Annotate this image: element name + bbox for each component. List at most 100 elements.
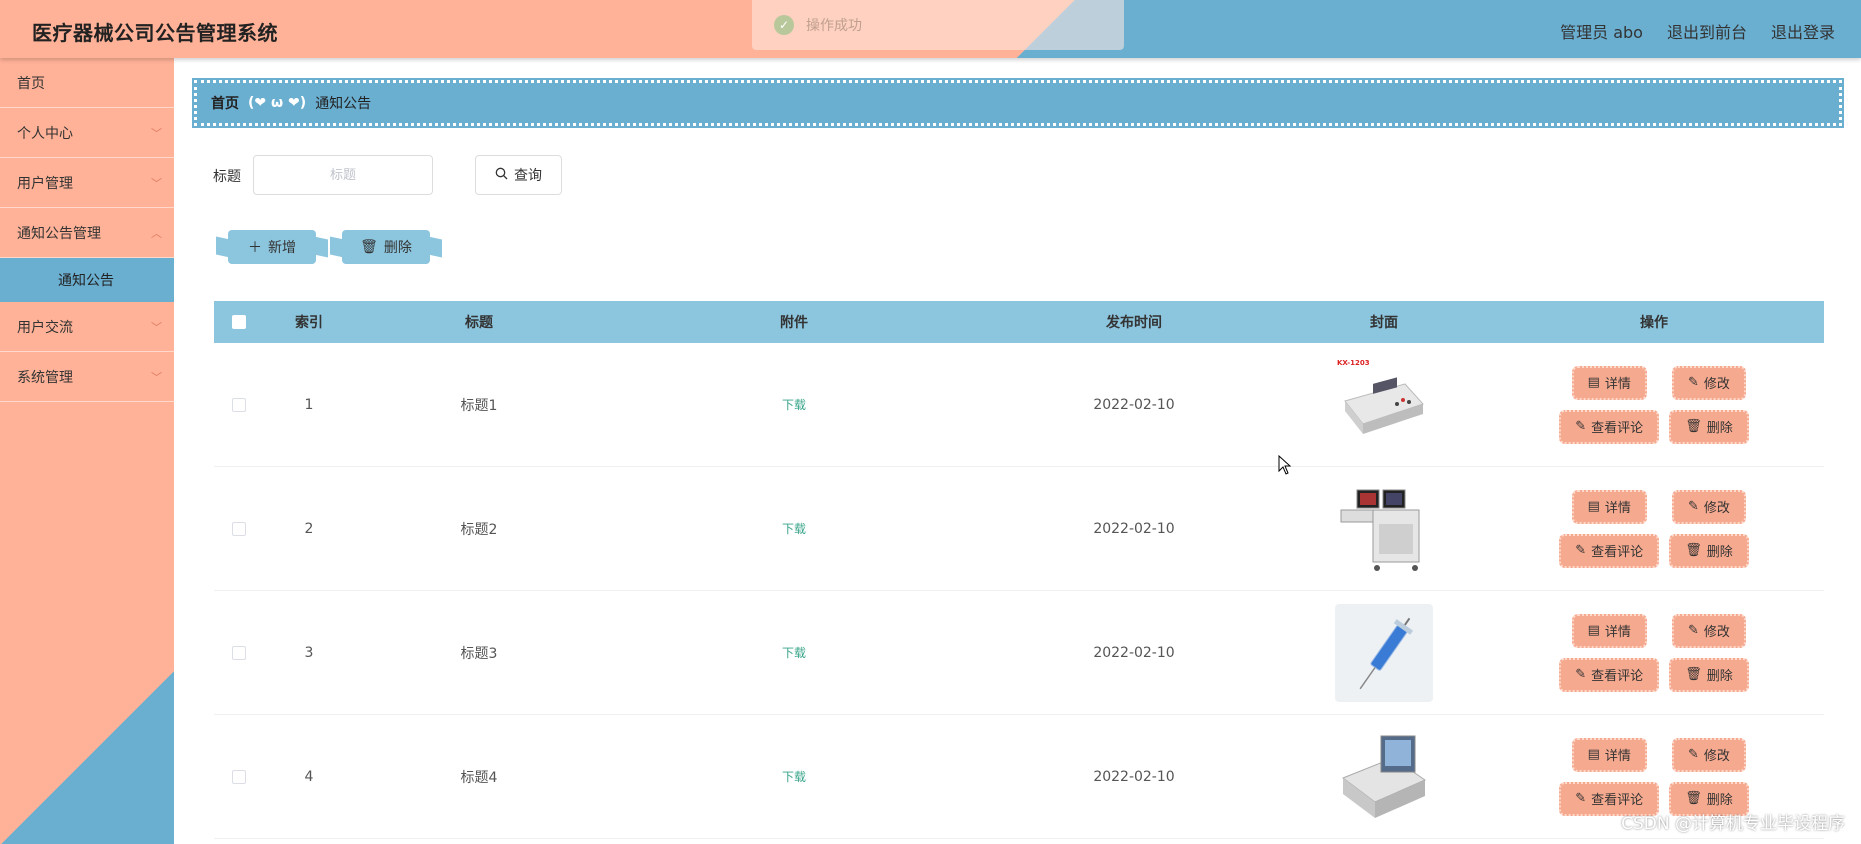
edit-label: 修改 bbox=[1703, 377, 1730, 392]
download-link[interactable]: 下载 bbox=[782, 770, 806, 784]
sidebar-item-label: 首页 bbox=[17, 75, 45, 92]
document-icon: ▤ bbox=[1587, 375, 1600, 390]
table-row: 2 标题2 下载 2022-02-10 ▤ 详情 ✎ 修改 ✎ 查看评论 🗑 删… bbox=[214, 467, 1824, 591]
toast-message: 操作成功 bbox=[806, 18, 862, 34]
search-button[interactable]: 查询 bbox=[475, 155, 562, 195]
detail-label: 详情 bbox=[1604, 749, 1631, 764]
sidebar-item-user-management[interactable]: 用户管理 ﹀ bbox=[0, 158, 174, 208]
success-toast: ✓ 操作成功 bbox=[752, 0, 1124, 50]
table-row: 3 标题3 下载 2022-02-10 ▤ 详情 ✎ 修改 ✎ 查看评论 🗑 删… bbox=[214, 591, 1824, 715]
detail-button[interactable]: ▤ 详情 bbox=[1571, 489, 1647, 524]
pencil-icon: ✎ bbox=[1575, 667, 1587, 682]
sidebar-item-home[interactable]: 首页 bbox=[0, 58, 174, 108]
edit-label: 修改 bbox=[1703, 501, 1730, 516]
cell-index: 4 bbox=[304, 768, 314, 785]
view-comments-button[interactable]: ✎ 查看评论 bbox=[1559, 657, 1660, 692]
cover-image bbox=[1335, 603, 1433, 702]
document-icon: ▤ bbox=[1587, 499, 1600, 514]
chevron-down-icon: ﹀ bbox=[151, 320, 162, 334]
header-user-menu: 管理员 abo 退出到前台 退出登录 bbox=[1560, 19, 1835, 43]
add-button[interactable]: ＋ 新增 bbox=[228, 230, 316, 264]
trash-icon: 🗑 bbox=[1685, 667, 1702, 682]
sidebar-item-user-exchange[interactable]: 用户交流 ﹀ bbox=[0, 302, 174, 352]
sidebar-item-notice-management[interactable]: 通知公告管理 ︿ bbox=[0, 208, 174, 258]
table-header: 索引 标题 附件 发布时间 封面 操作 bbox=[214, 301, 1824, 343]
breadcrumb-home[interactable]: 首页 bbox=[211, 93, 239, 113]
cell-title: 标题2 bbox=[460, 521, 498, 538]
trash-icon: 🗑 bbox=[1685, 543, 1702, 558]
batch-delete-button[interactable]: 🗑 删除 bbox=[342, 230, 430, 264]
detail-button[interactable]: ▤ 详情 bbox=[1571, 737, 1647, 772]
pencil-icon: ✎ bbox=[1687, 747, 1699, 762]
main-content: 首页 (❤ ω ❤) 通知公告 标题 查询 ＋ 新增 🗑 删除 索引 标题 附件… bbox=[174, 58, 1861, 844]
delete-row-button[interactable]: 🗑 删除 bbox=[1669, 657, 1749, 692]
chevron-up-icon: ︿ bbox=[151, 226, 162, 240]
col-header-attachment: 附件 bbox=[780, 315, 808, 331]
comments-label: 查看评论 bbox=[1591, 793, 1644, 808]
delete-row-button[interactable]: 🗑 删除 bbox=[1669, 409, 1749, 444]
download-link[interactable]: 下载 bbox=[782, 646, 806, 660]
sidebar-item-label: 用户管理 bbox=[17, 175, 73, 192]
title-search-input[interactable] bbox=[253, 155, 433, 195]
cell-index: 2 bbox=[304, 520, 314, 537]
pencil-icon: ✎ bbox=[1687, 375, 1699, 390]
cell-title: 标题1 bbox=[460, 397, 498, 414]
mouse-cursor-icon bbox=[1278, 454, 1292, 479]
col-header-index: 索引 bbox=[295, 315, 323, 331]
cover-image: KX-1203 bbox=[1335, 356, 1433, 454]
cell-index: 3 bbox=[304, 644, 314, 661]
comments-label: 查看评论 bbox=[1591, 669, 1644, 684]
trash-icon: 🗑 bbox=[1685, 419, 1702, 434]
download-link[interactable]: 下载 bbox=[782, 398, 806, 412]
edit-button[interactable]: ✎ 修改 bbox=[1671, 613, 1746, 648]
delete-label: 删除 bbox=[1706, 421, 1733, 436]
breadcrumb-separator: (❤ ω ❤) bbox=[248, 95, 307, 111]
view-comments-button[interactable]: ✎ 查看评论 bbox=[1559, 409, 1660, 444]
select-all-checkbox[interactable] bbox=[232, 315, 246, 329]
cell-date: 2022-02-10 bbox=[1093, 644, 1175, 661]
view-comments-button[interactable]: ✎ 查看评论 bbox=[1559, 533, 1660, 568]
search-icon bbox=[495, 167, 508, 184]
cell-title: 标题3 bbox=[460, 645, 498, 662]
check-circle-icon: ✓ bbox=[774, 15, 794, 35]
watermark: CSDN @计算机专业毕设程序 bbox=[1621, 814, 1845, 834]
chevron-down-icon: ﹀ bbox=[151, 176, 162, 190]
sidebar-item-label: 用户交流 bbox=[17, 319, 73, 336]
detail-label: 详情 bbox=[1604, 625, 1631, 640]
edit-button[interactable]: ✎ 修改 bbox=[1671, 737, 1746, 772]
pencil-icon: ✎ bbox=[1575, 419, 1587, 434]
chevron-down-icon: ﹀ bbox=[151, 370, 162, 384]
breadcrumb: 首页 (❤ ω ❤) 通知公告 bbox=[192, 78, 1844, 128]
delete-button-label: 删除 bbox=[383, 240, 412, 256]
to-frontend-link[interactable]: 退出到前台 bbox=[1667, 19, 1747, 43]
download-link[interactable]: 下载 bbox=[782, 522, 806, 536]
current-user: 管理员 abo bbox=[1560, 23, 1643, 42]
row-checkbox[interactable] bbox=[232, 397, 246, 412]
cell-date: 2022-02-10 bbox=[1093, 396, 1175, 413]
row-checkbox[interactable] bbox=[232, 769, 246, 784]
logout-link[interactable]: 退出登录 bbox=[1771, 19, 1835, 43]
delete-row-button[interactable]: 🗑 删除 bbox=[1669, 533, 1749, 568]
sidebar-item-system-management[interactable]: 系统管理 ﹀ bbox=[0, 352, 174, 402]
detail-button[interactable]: ▤ 详情 bbox=[1571, 613, 1647, 648]
row-checkbox[interactable] bbox=[232, 645, 246, 660]
comments-label: 查看评论 bbox=[1591, 545, 1644, 560]
cell-date: 2022-02-10 bbox=[1093, 768, 1175, 785]
edit-button[interactable]: ✎ 修改 bbox=[1671, 489, 1746, 524]
cover-image bbox=[1335, 480, 1433, 578]
detail-button[interactable]: ▤ 详情 bbox=[1571, 365, 1647, 400]
app-title: 医疗器械公司公告管理系统 bbox=[32, 21, 278, 45]
chevron-down-icon: ﹀ bbox=[151, 126, 162, 140]
sidebar-item-personal-center[interactable]: 个人中心 ﹀ bbox=[0, 108, 174, 158]
col-header-title: 标题 bbox=[465, 315, 493, 331]
cover-image bbox=[1335, 728, 1433, 826]
delete-label: 删除 bbox=[1706, 545, 1733, 560]
row-checkbox[interactable] bbox=[232, 521, 246, 536]
pencil-icon: ✎ bbox=[1687, 623, 1699, 638]
edit-button[interactable]: ✎ 修改 bbox=[1671, 365, 1746, 400]
pencil-icon: ✎ bbox=[1575, 791, 1587, 806]
cell-index: 1 bbox=[304, 396, 314, 413]
sidebar-subitem-notices[interactable]: 通知公告 bbox=[0, 258, 174, 302]
col-header-ops: 操作 bbox=[1640, 315, 1668, 331]
sidebar-item-label: 系统管理 bbox=[17, 369, 73, 386]
